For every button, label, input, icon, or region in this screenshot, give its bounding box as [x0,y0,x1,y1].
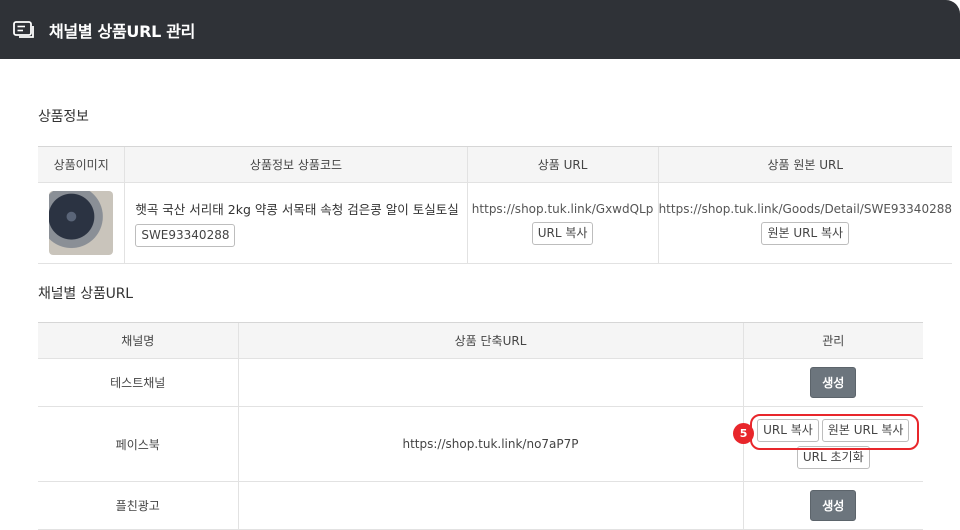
url-copy-button[interactable]: URL 복사 [757,419,819,442]
title-bar: 채널별 상품URL 관리 [0,0,960,59]
short-url [237,481,743,530]
product-info-table: 상품이미지 상품정보 상품코드 상품 URL 상품 원본 URL 햇곡 국산 서… [38,146,952,264]
header-origin-url: 상품 원본 URL [657,146,952,183]
origin-url-copy-button[interactable]: 원본 URL 복사 [821,419,910,442]
short-url [237,358,743,407]
header-product-url: 상품 URL [466,146,659,183]
table-header-row: 상품이미지 상품정보 상품코드 상품 URL 상품 원본 URL [38,146,952,183]
product-url: https://shop.tuk.link/GxwdQLp [471,201,654,216]
url-copy-button[interactable]: URL 복사 [531,221,594,245]
step-badge: 5 [733,423,755,444]
product-code-badge: SWE93340288 [135,224,236,247]
generate-button[interactable]: 생성 [810,490,857,521]
channel-section-title: 채널별 상품URL [38,286,133,302]
short-url: https://shop.tuk.link/no7aP7P [237,406,743,482]
table-row: 플친광고 생성 [38,481,923,530]
origin-url-copy-button[interactable]: 원본 URL 복사 [761,221,850,245]
product-name: 햇곡 국산 서리태 2kg 약콩 서목태 속청 검은콩 알이 토실토실 [135,202,459,217]
page-title: 채널별 상품URL 관리 [49,21,196,41]
header-management: 관리 [742,322,923,359]
channel-name: 테스트채널 [38,358,238,407]
header-product-image: 상품이미지 [38,146,125,183]
channel-url-table: 채널명 상품 단축URL 관리 테스트채널 생성 페이스북 https://sh… [38,322,923,530]
management-buttons: 5 URL 복사 원본 URL 복사 URL 초기화 [733,414,924,469]
url-reset-button[interactable]: URL 초기화 [796,446,870,469]
channel-name: 플친광고 [38,481,238,530]
table-row: 테스트채널 생성 [38,358,923,407]
window-icon [13,20,34,38]
table-row: 햇곡 국산 서리태 2kg 약콩 서목태 속청 검은콩 알이 토실토실 SWE9… [38,182,952,264]
generate-button[interactable]: 생성 [810,367,857,398]
header-channel-name: 채널명 [38,322,238,359]
header-short-url: 상품 단축URL [237,322,743,359]
channel-name: 페이스북 [38,406,238,482]
table-row: 페이스북 https://shop.tuk.link/no7aP7P 5 URL… [38,406,924,482]
origin-url: https://shop.tuk.link/Goods/Detail/SWE93… [658,201,952,216]
product-section-title: 상품정보 [38,109,89,125]
product-image [49,191,114,255]
table-header-row: 채널명 상품 단축URL 관리 [38,322,923,359]
header-product-info: 상품정보 상품코드 [124,146,468,183]
